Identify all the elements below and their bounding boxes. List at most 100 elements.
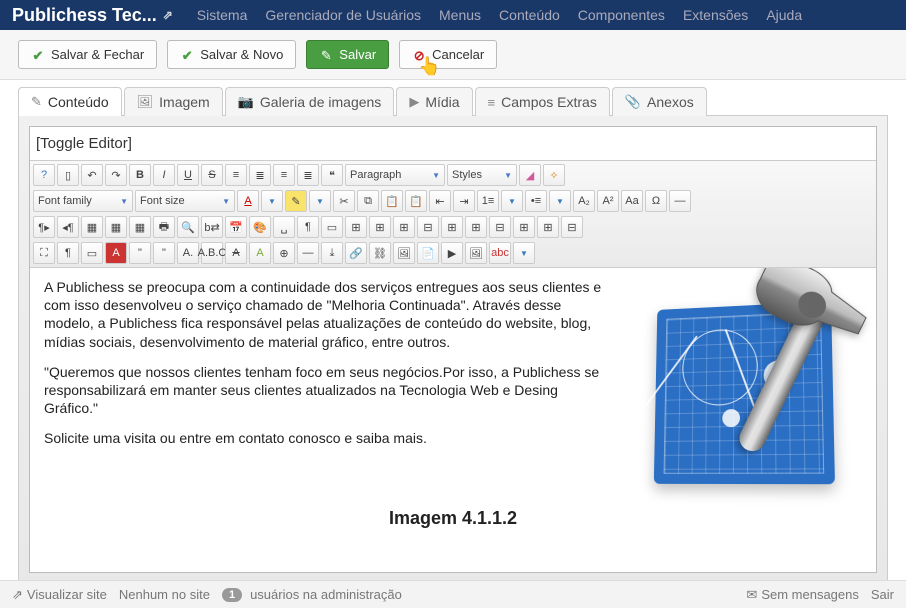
quote-open-icon[interactable]: " xyxy=(129,242,151,264)
file-icon[interactable]: 📄 xyxy=(417,242,439,264)
row-after-icon[interactable]: ⊞ xyxy=(393,216,415,238)
sup-icon[interactable]: A² xyxy=(597,190,619,212)
font-color-icon[interactable]: A xyxy=(237,190,259,212)
help-icon[interactable]: ? xyxy=(33,164,55,186)
print-icon[interactable]: 🖶 xyxy=(153,216,175,238)
content-editable[interactable]: A Publichess se preocupa com a continuid… xyxy=(30,268,876,572)
tab-galeria[interactable]: 📷Galeria de imagens xyxy=(225,87,395,116)
codebox-icon[interactable]: ▭ xyxy=(81,242,103,264)
messages-stat[interactable]: ✉Sem mensagens xyxy=(746,587,858,603)
del-icon[interactable]: A xyxy=(225,242,247,264)
spell-icon[interactable]: abc xyxy=(489,242,511,264)
rtl-icon[interactable]: ◂¶ xyxy=(57,216,79,238)
undo-icon[interactable]: ↶ xyxy=(81,164,103,186)
redo-icon[interactable]: ↷ xyxy=(105,164,127,186)
image-insert-icon[interactable]: 🖼 xyxy=(393,242,415,264)
ltr-icon[interactable]: ¶▸ xyxy=(33,216,55,238)
cancel-button[interactable]: ⊘Cancelar xyxy=(399,40,497,69)
nbsp-icon[interactable]: ␣ xyxy=(273,216,295,238)
newdoc-icon[interactable]: ▯ xyxy=(57,164,79,186)
cut-icon[interactable]: ✂ xyxy=(333,190,355,212)
table-icon[interactable]: ⊞ xyxy=(345,216,367,238)
find-icon[interactable]: 🔍 xyxy=(177,216,199,238)
align-center-icon[interactable]: ≣ xyxy=(249,164,271,186)
blockquote-icon[interactable]: ❝ xyxy=(321,164,343,186)
font-family-select[interactable]: Font family▼ xyxy=(33,190,133,212)
bold-icon[interactable]: B xyxy=(129,164,151,186)
outdent-icon[interactable]: ⇥ xyxy=(453,190,475,212)
show-blocks-icon[interactable]: ▭ xyxy=(321,216,343,238)
paragraph-select[interactable]: Paragraph▼ xyxy=(345,164,445,186)
tab-conteudo[interactable]: ✎Conteúdo xyxy=(18,87,122,116)
media-icon[interactable]: ▶ xyxy=(441,242,463,264)
brand[interactable]: Publichess Tec... ⇗ xyxy=(12,5,173,26)
color-picker-icon[interactable]: 🎨 xyxy=(249,216,271,238)
case-icon[interactable]: Aa xyxy=(621,190,643,212)
merge-icon[interactable]: ⊞ xyxy=(513,216,535,238)
img-manager-icon[interactable]: 🖼 xyxy=(465,242,487,264)
readmore-icon[interactable]: — xyxy=(297,242,319,264)
abbr-icon[interactable]: A. xyxy=(177,242,199,264)
paste-text-icon[interactable]: 📋 xyxy=(405,190,427,212)
view-site-link[interactable]: ⇗Visualizar site xyxy=(12,587,107,603)
nav-ajuda[interactable]: Ajuda xyxy=(766,7,802,23)
ul-icon[interactable]: •≡ xyxy=(525,190,547,212)
tab-anexos[interactable]: 📎Anexos xyxy=(612,87,707,116)
layers-icon[interactable]: ▦ xyxy=(81,216,103,238)
quote-close-icon[interactable]: " xyxy=(153,242,175,264)
dd-icon[interactable]: ▼ xyxy=(513,242,535,264)
pagebreak-icon[interactable]: ⤓ xyxy=(321,242,343,264)
char-icon[interactable]: Ω xyxy=(645,190,667,212)
layer-fwd-icon[interactable]: ▦ xyxy=(105,216,127,238)
save-button[interactable]: Salvar xyxy=(306,40,389,69)
align-left-icon[interactable]: ≡ xyxy=(225,164,247,186)
font-size-select[interactable]: Font size▼ xyxy=(135,190,235,212)
nav-conteudo[interactable]: Conteúdo xyxy=(499,7,560,23)
nav-componentes[interactable]: Componentes xyxy=(578,7,665,23)
nav-sistema[interactable]: Sistema xyxy=(197,7,248,23)
link-icon[interactable]: 🔗 xyxy=(345,242,367,264)
replace-icon[interactable]: b⇄ xyxy=(201,216,223,238)
italic-icon[interactable]: I xyxy=(153,164,175,186)
align-right-icon[interactable]: ≡ xyxy=(273,164,295,186)
styles-select[interactable]: Styles▼ xyxy=(447,164,517,186)
row-delete-icon[interactable]: ⊟ xyxy=(417,216,439,238)
visitors-stat[interactable]: Nenhum no site xyxy=(119,587,210,602)
col-delete-icon[interactable]: ⊟ xyxy=(489,216,511,238)
underline-icon[interactable]: U xyxy=(177,164,199,186)
dd-icon[interactable]: ▼ xyxy=(261,190,283,212)
fullscreen-icon[interactable]: ⛶ xyxy=(33,242,55,264)
dd-icon[interactable]: ▼ xyxy=(549,190,571,212)
bg-color-icon[interactable]: ✎ xyxy=(285,190,307,212)
nav-usuarios[interactable]: Gerenciador de Usuários xyxy=(265,7,421,23)
save-close-button[interactable]: ✔Salvar & Fechar xyxy=(18,40,157,69)
ins-icon[interactable]: A xyxy=(249,242,271,264)
col-after-icon[interactable]: ⊞ xyxy=(465,216,487,238)
save-new-button[interactable]: ✔Salvar & Novo xyxy=(167,40,296,69)
layer-back-icon[interactable]: ▦ xyxy=(129,216,151,238)
attrib-icon[interactable]: ⊕ xyxy=(273,242,295,264)
tab-midia[interactable]: ▶Mídia xyxy=(396,87,472,116)
split-icon[interactable]: ⊞ xyxy=(537,216,559,238)
tab-campos-extras[interactable]: ≡Campos Extras xyxy=(475,87,610,116)
dd-icon[interactable]: ▼ xyxy=(309,190,331,212)
paste-icon[interactable]: 📋 xyxy=(381,190,403,212)
table-delete-icon[interactable]: ⊟ xyxy=(561,216,583,238)
strike-icon[interactable]: S xyxy=(201,164,223,186)
dd-icon[interactable]: ▼ xyxy=(501,190,523,212)
tab-imagem[interactable]: 🖼Imagem xyxy=(124,87,223,116)
acronym-icon[interactable]: A.B.C xyxy=(201,242,223,264)
style-A-icon[interactable]: A xyxy=(105,242,127,264)
align-justify-icon[interactable]: ≣ xyxy=(297,164,319,186)
date-icon[interactable]: 📅 xyxy=(225,216,247,238)
hr-icon[interactable]: — xyxy=(669,190,691,212)
eraser-icon[interactable]: ◢ xyxy=(519,164,541,186)
logout-link[interactable]: Sair xyxy=(871,587,894,602)
nav-menus[interactable]: Menus xyxy=(439,7,481,23)
admins-stat[interactable]: 1usuários na administração xyxy=(222,587,402,602)
row-before-icon[interactable]: ⊞ xyxy=(369,216,391,238)
copy-icon[interactable]: ⧉ xyxy=(357,190,379,212)
ol-icon[interactable]: 1≡ xyxy=(477,190,499,212)
visual-chars-icon[interactable]: ¶ xyxy=(297,216,319,238)
nav-extensoes[interactable]: Extensões xyxy=(683,7,748,23)
